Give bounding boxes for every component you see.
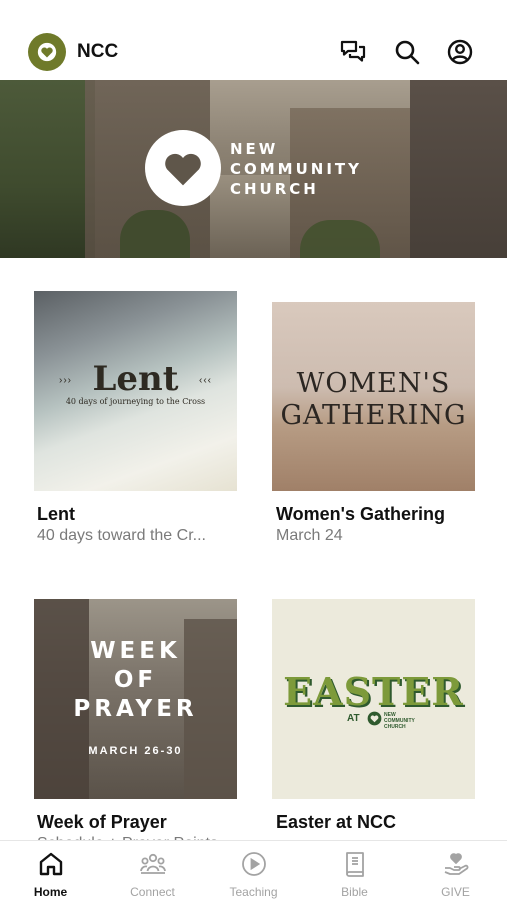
- chat-icon: [340, 40, 366, 62]
- card-title-womens-gathering[interactable]: Women's Gathering: [276, 504, 445, 525]
- hero-building-left: [0, 80, 95, 258]
- hero-trees-right: [300, 220, 380, 258]
- people-icon: [139, 850, 167, 878]
- tab-label: GIVE: [441, 885, 470, 899]
- easter-art-heading: EASTER: [283, 669, 464, 714]
- search-icon: [395, 40, 420, 65]
- hero-banner[interactable]: NEW COMMUNITY CHURCH: [0, 80, 507, 258]
- card-title-easter[interactable]: Easter at NCC: [276, 812, 396, 833]
- lent-art-tagline: 40 days of journeying to the Cross: [65, 397, 206, 406]
- prayer-art-line: PRAYER: [73, 696, 198, 722]
- hero-logo-line: NEW: [230, 140, 279, 158]
- lent-arrows-right: ‹‹‹: [199, 375, 212, 386]
- tab-bible[interactable]: Bible: [304, 841, 405, 900]
- hero-logo-line: CHURCH: [230, 180, 319, 198]
- hero-building-right: [410, 80, 507, 258]
- card-image-lent[interactable]: ››› Lent ‹‹‹ 40 days of journeying to th…: [34, 291, 237, 491]
- womens-art-line: WOMEN'S: [296, 368, 451, 399]
- prayer-art-line: OF: [113, 667, 158, 693]
- app-header: NCC: [0, 26, 507, 80]
- heart-logo-icon: [367, 711, 382, 726]
- prayer-art-dates: MARCH 26-30: [88, 745, 183, 757]
- profile-icon: [447, 39, 473, 65]
- card-image-womens-gathering[interactable]: WOMEN'S GATHERING: [272, 302, 475, 491]
- card-subtitle-lent: 40 days toward the Cr...: [37, 527, 206, 544]
- womens-art-heading: WOMEN'S GATHERING: [272, 368, 475, 432]
- tab-label: Connect: [130, 885, 175, 899]
- hero-logo: [145, 130, 221, 206]
- tab-give[interactable]: GIVE: [405, 841, 506, 900]
- profile-button[interactable]: [446, 38, 474, 66]
- easter-art-org-line: CHURCH: [384, 724, 406, 730]
- womens-art-line: GATHERING: [280, 400, 467, 431]
- tab-bar: Home Connect Teaching Bible GIVE: [0, 840, 507, 900]
- brand-avatar[interactable]: [28, 33, 66, 71]
- card-image-easter[interactable]: EASTER AT NEW COMMUNITY CHURCH: [272, 599, 475, 799]
- hero-trees: [120, 210, 190, 258]
- heart-logo-icon: [37, 42, 57, 62]
- tab-teaching[interactable]: Teaching: [203, 841, 304, 900]
- home-icon: [37, 850, 65, 878]
- card-title-week-of-prayer[interactable]: Week of Prayer: [37, 812, 167, 833]
- tab-label: Home: [33, 885, 68, 899]
- chat-button[interactable]: [339, 38, 367, 66]
- easter-art-org: NEW COMMUNITY CHURCH: [384, 712, 415, 730]
- search-button[interactable]: [393, 38, 421, 66]
- heart-icon: [165, 153, 201, 186]
- play-circle-icon: [240, 850, 268, 878]
- brand-name[interactable]: NCC: [77, 41, 118, 63]
- tab-home[interactable]: Home: [0, 841, 101, 900]
- hero-logo-line: COMMUNITY: [230, 160, 363, 178]
- prayer-art-heading: WEEK OF PRAYER: [34, 637, 237, 724]
- easter-art-at: AT: [347, 713, 360, 724]
- status-bar: [0, 0, 507, 26]
- prayer-art-line: WEEK: [90, 638, 181, 664]
- card-title-lent[interactable]: Lent: [37, 504, 75, 525]
- book-icon: [341, 850, 369, 878]
- card-subtitle-womens-gathering: March 24: [276, 527, 343, 544]
- tab-label: Bible: [341, 885, 368, 899]
- tab-label: Teaching: [229, 885, 278, 899]
- heart-hand-icon: [442, 850, 470, 878]
- hero-logo-text: NEW COMMUNITY CHURCH: [230, 139, 362, 199]
- card-image-week-of-prayer[interactable]: WEEK OF PRAYER MARCH 26-30: [34, 599, 237, 799]
- tab-connect[interactable]: Connect: [102, 841, 203, 900]
